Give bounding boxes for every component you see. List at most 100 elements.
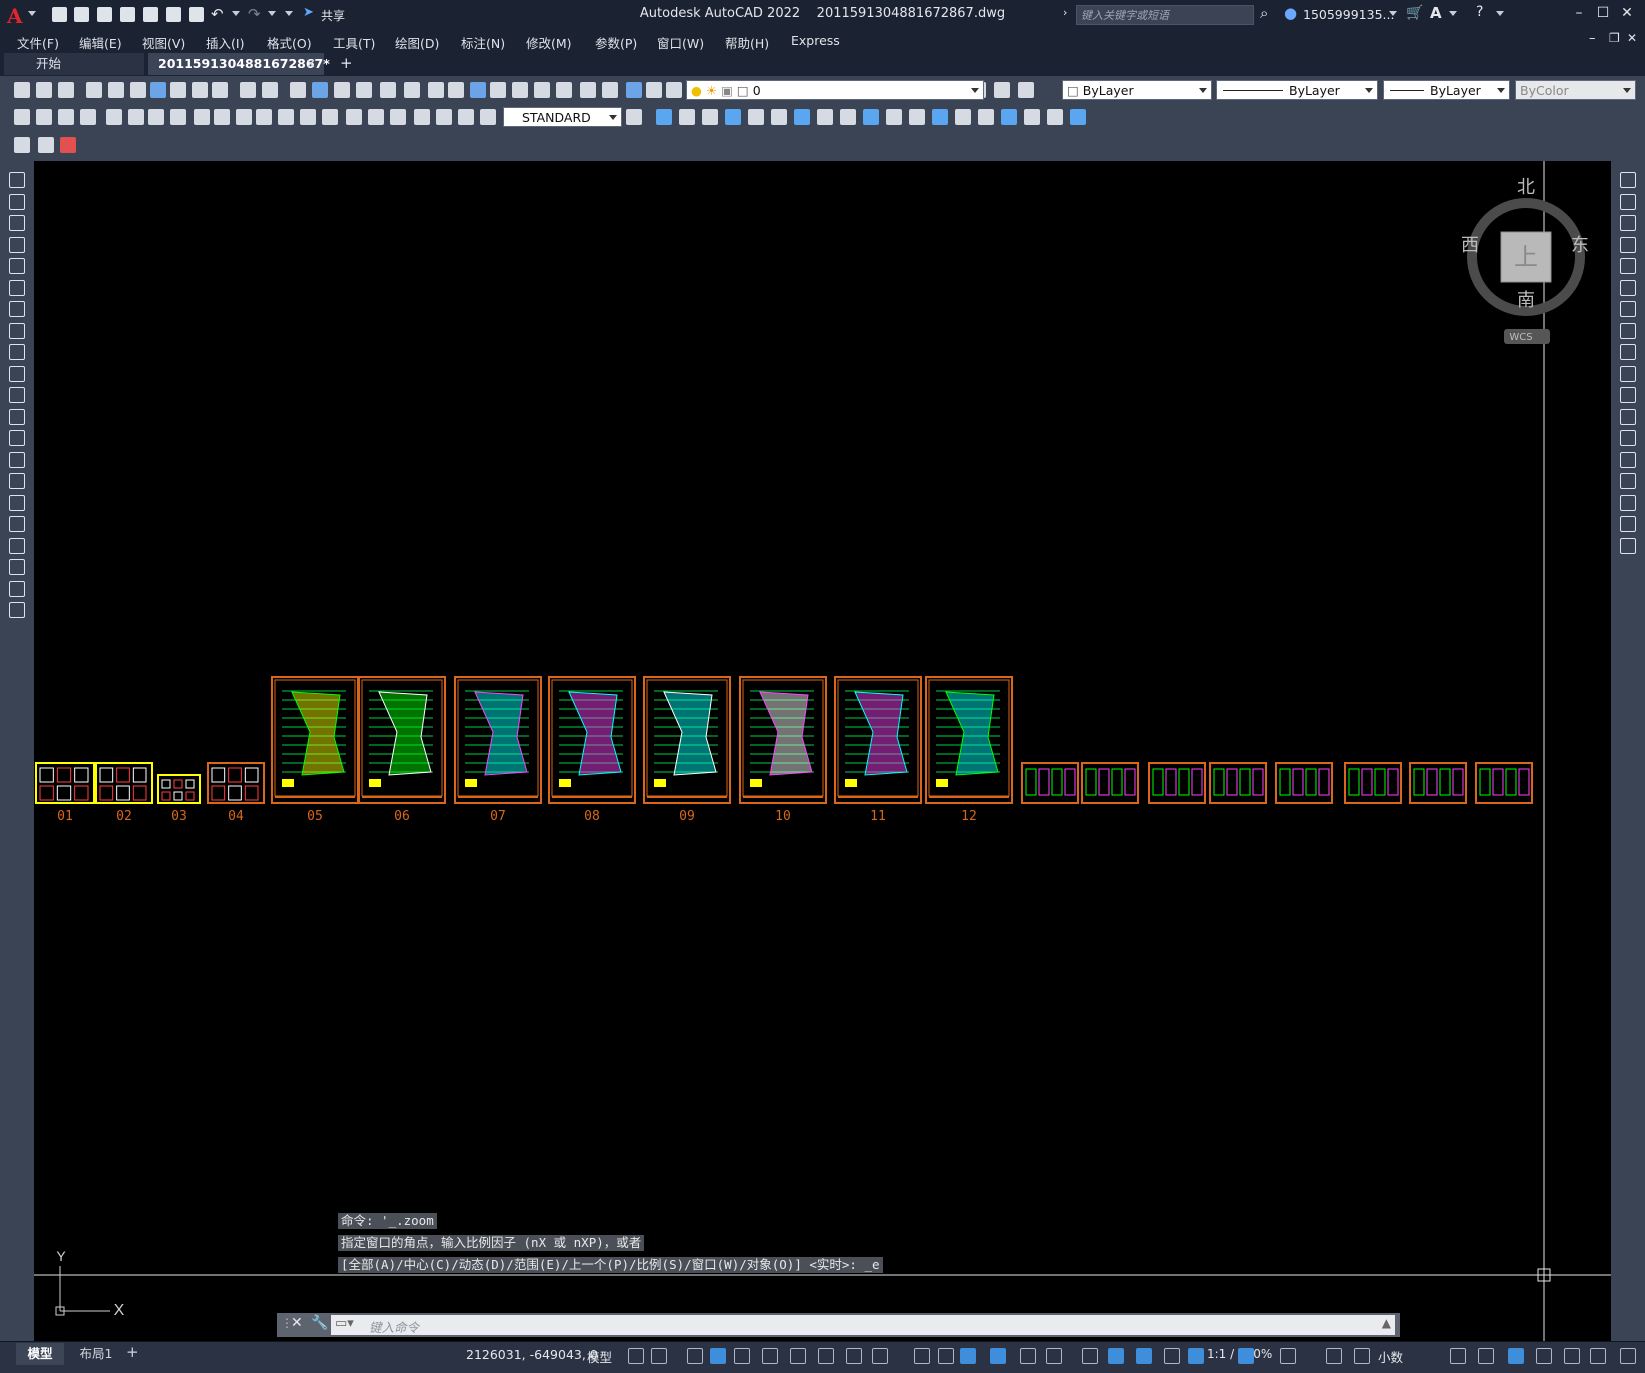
status-toggle-1-icon[interactable] (628, 1348, 644, 1364)
search-icon[interactable]: ⌕ (1260, 4, 1268, 22)
standard-tool-2-icon[interactable] (36, 82, 52, 98)
modify-3d-tool-15-icon[interactable] (978, 109, 994, 125)
dimension-tool-8-icon[interactable] (170, 109, 186, 125)
status-toggle-14-icon[interactable] (990, 1348, 1006, 1364)
standard-tool-18-icon[interactable] (404, 82, 420, 98)
dimension-tool-17-icon[interactable] (368, 109, 384, 125)
modify-tool-12-icon[interactable] (1620, 408, 1636, 425)
dimension-tool-22-icon[interactable] (480, 109, 496, 125)
modify-3d-tool-16-icon[interactable] (1001, 109, 1017, 125)
status-toggle-6-icon[interactable] (762, 1348, 778, 1364)
undo-icon[interactable]: ↶ (211, 5, 224, 23)
draw-tool-10-icon[interactable] (9, 365, 25, 382)
status-toggle-29-icon[interactable] (1536, 1348, 1552, 1364)
command-input[interactable]: ▭▾ 键入命令 ▲ (331, 1315, 1395, 1335)
standard-tool-20-icon[interactable] (448, 82, 464, 98)
standard-tool-23-icon[interactable] (512, 82, 528, 98)
status-toggle-7-icon[interactable] (790, 1348, 806, 1364)
app-menu-chevron-down-icon[interactable] (28, 11, 36, 16)
dimension-tool-13-icon[interactable] (278, 109, 294, 125)
menu-window[interactable]: 窗口(W) (657, 33, 704, 52)
status-toggle-30-icon[interactable] (1564, 1348, 1580, 1364)
dimension-tool-4-icon[interactable] (80, 109, 96, 125)
draw-tool-5-icon[interactable] (9, 258, 25, 274)
status-toggle-3-icon[interactable] (687, 1348, 703, 1364)
modify-3d-tool-11-icon[interactable] (886, 109, 902, 125)
menu-edit[interactable]: 编辑(E) (79, 33, 122, 52)
dimension-tool-14-icon[interactable] (300, 109, 316, 125)
menu-help[interactable]: 帮助(H) (725, 33, 769, 52)
status-toggle-27-icon[interactable] (1478, 1348, 1494, 1364)
text-style-dropdown[interactable]: STANDARD (503, 107, 622, 127)
new-file-icon[interactable] (52, 7, 67, 22)
status-toggle-32-icon[interactable] (1620, 1348, 1636, 1364)
modify-3d-tool-8-icon[interactable] (817, 109, 833, 125)
menu-tools[interactable]: 工具(T) (333, 33, 375, 52)
modify-tool-18-icon[interactable] (1620, 537, 1636, 554)
status-toggle-25-icon[interactable] (1354, 1348, 1370, 1364)
units-button[interactable]: 小数 (1378, 1347, 1403, 1366)
standard-tool-10-icon[interactable] (212, 82, 228, 98)
user-icon[interactable]: ● (1284, 4, 1297, 22)
standard-tool-4-icon[interactable] (86, 82, 102, 98)
modify-tool-13-icon[interactable] (1620, 430, 1636, 446)
dimension-tool-21-icon[interactable] (458, 109, 474, 125)
status-toggle-20-icon[interactable] (1164, 1348, 1180, 1364)
draw-tool-6-icon[interactable] (9, 279, 25, 296)
viewcube-west-label[interactable]: 西 (1461, 235, 1479, 256)
dimension-tool-9-icon[interactable] (194, 109, 210, 125)
extra-tool-1-icon[interactable] (14, 137, 30, 153)
menu-modify[interactable]: 修改(M) (526, 33, 572, 52)
modify-3d-tool-10-icon[interactable] (863, 109, 879, 125)
modify-3d-tool-13-icon[interactable] (932, 109, 948, 125)
modify-3d-tool-17-icon[interactable] (1024, 109, 1040, 125)
modify-tool-11-icon[interactable] (1620, 387, 1636, 403)
status-toggle-24-icon[interactable] (1326, 1348, 1342, 1364)
modify-tool-6-icon[interactable] (1620, 279, 1636, 296)
modify-tool-5-icon[interactable] (1620, 258, 1636, 274)
layer-tool-3-icon[interactable] (1018, 82, 1034, 98)
draw-tool-14-icon[interactable] (9, 451, 25, 468)
standard-tool-8-icon[interactable] (170, 82, 186, 98)
menu-insert[interactable]: 插入(I) (206, 33, 244, 52)
modify-3d-tool-5-icon[interactable] (748, 109, 764, 125)
drawing-canvas[interactable]: 01 02 03 04 05 06 07 08 09 10 11 12 Y X 上 北 南 东 西 W… (34, 161, 1611, 1341)
close-window-icon[interactable]: ✕ (1616, 5, 1638, 21)
autodesk-a360-icon[interactable]: A (1430, 4, 1442, 22)
status-toggle-2-icon[interactable] (651, 1348, 667, 1364)
status-toggle-4-icon[interactable] (710, 1348, 726, 1364)
status-toggle-31-icon[interactable] (1590, 1348, 1606, 1364)
dimension-tool-2-icon[interactable] (36, 109, 52, 125)
new-tab-icon[interactable]: + (340, 54, 353, 72)
lineweight-dropdown[interactable]: ByLayer (1383, 80, 1510, 100)
dimension-tool-7-icon[interactable] (148, 109, 164, 125)
standard-tool-22-icon[interactable] (490, 82, 506, 98)
standard-tool-11-icon[interactable] (240, 82, 256, 98)
draw-tool-9-icon[interactable] (9, 344, 25, 360)
status-toggle-17-icon[interactable] (1082, 1348, 1098, 1364)
standard-tool-13-icon[interactable] (290, 82, 306, 98)
status-toggle-26-icon[interactable] (1450, 1348, 1466, 1364)
draw-tool-21-icon[interactable] (9, 602, 25, 618)
standard-tool-24-icon[interactable] (534, 82, 550, 98)
dimension-tool-11-icon[interactable] (236, 109, 252, 125)
standard-tool-17-icon[interactable] (380, 82, 396, 98)
viewcube-east-label[interactable]: 东 (1571, 235, 1589, 256)
layer-dropdown[interactable]: ● ☀ ▣ □ 0 (686, 80, 984, 100)
status-toggle-16-icon[interactable] (1046, 1348, 1062, 1364)
status-toggle-18-icon[interactable] (1108, 1348, 1124, 1364)
viewcube-south-label[interactable]: 南 (1517, 290, 1535, 311)
draw-tool-19-icon[interactable] (9, 559, 25, 575)
doc-close-icon[interactable]: ✕ (1627, 31, 1637, 45)
autocad-logo-icon[interactable]: A (7, 4, 23, 28)
command-customize-icon[interactable]: 🔧 (311, 1315, 328, 1331)
draw-tool-12-icon[interactable] (9, 408, 25, 425)
search-input[interactable]: 键入关键字或短语 (1076, 5, 1254, 25)
menu-dimension[interactable]: 标注(N) (461, 33, 505, 52)
dimension-tool-16-icon[interactable] (346, 109, 362, 125)
dimension-tool-20-icon[interactable] (436, 109, 452, 125)
draw-tool-1-icon[interactable] (9, 172, 25, 188)
standard-tool-19-icon[interactable] (428, 82, 444, 98)
open-file-icon[interactable] (74, 7, 89, 22)
modify-3d-tool-19-icon[interactable] (1070, 109, 1086, 125)
